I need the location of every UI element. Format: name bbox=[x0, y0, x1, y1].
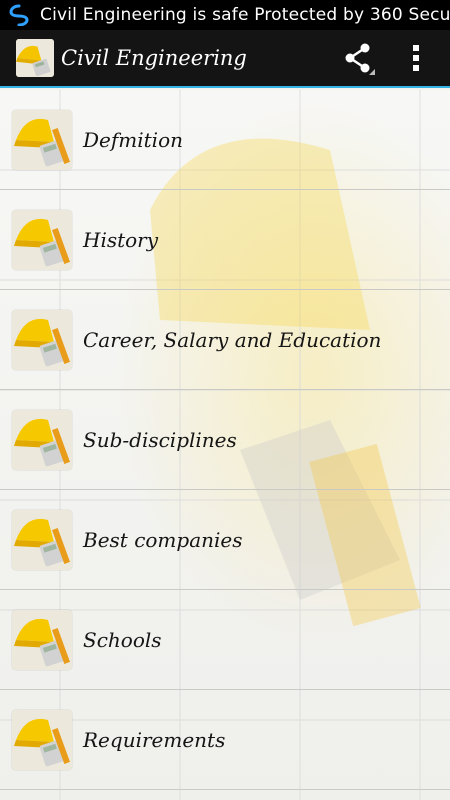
share-button[interactable] bbox=[338, 38, 378, 78]
list-item[interactable]: Sub-disciplines bbox=[0, 390, 450, 490]
hardhat-calculator-thumbnail-icon bbox=[12, 509, 72, 570]
menu-content: Defmition History Career, Salary and Edu… bbox=[0, 90, 450, 800]
list-item[interactable]: Career, Salary and Education bbox=[0, 290, 450, 390]
status-notification-text: Civil Engineering is safe Protected by 3… bbox=[40, 5, 450, 25]
list-item-label: Sub-disciplines bbox=[83, 427, 237, 452]
status-bar: Civil Engineering is safe Protected by 3… bbox=[0, 0, 450, 30]
action-bar-title: Civil Engineering bbox=[61, 46, 247, 70]
hardhat-calculator-thumbnail-icon bbox=[12, 309, 72, 370]
app-logo-icon bbox=[16, 39, 54, 77]
list-item[interactable]: Requirements bbox=[0, 690, 450, 790]
list-item[interactable]: Defmition bbox=[0, 90, 450, 190]
hardhat-calculator-thumbnail-icon bbox=[12, 109, 72, 170]
list-item[interactable]: Schools bbox=[0, 590, 450, 690]
overflow-menu-button[interactable] bbox=[396, 38, 436, 78]
list-item[interactable]: Best companies bbox=[0, 490, 450, 590]
list-item-label: Career, Salary and Education bbox=[83, 327, 382, 352]
hardhat-calculator-thumbnail-icon bbox=[12, 209, 72, 270]
list-item[interactable]: History bbox=[0, 190, 450, 290]
list-item-label: History bbox=[83, 227, 159, 252]
action-bar: Civil Engineering bbox=[0, 30, 450, 88]
share-icon bbox=[345, 43, 375, 75]
list-item-label: Schools bbox=[83, 627, 162, 652]
overflow-menu-icon bbox=[413, 45, 419, 71]
hardhat-calculator-thumbnail-icon bbox=[12, 609, 72, 670]
hardhat-calculator-thumbnail-icon bbox=[12, 709, 72, 770]
hardhat-calculator-thumbnail-icon bbox=[12, 409, 72, 470]
list-item-label: Best companies bbox=[83, 527, 243, 552]
menu-list: Defmition History Career, Salary and Edu… bbox=[0, 90, 450, 790]
list-item-label: Requirements bbox=[83, 727, 226, 752]
security-shield-icon bbox=[9, 4, 29, 26]
list-item-label: Defmition bbox=[83, 127, 183, 152]
app-icon[interactable] bbox=[16, 39, 54, 77]
